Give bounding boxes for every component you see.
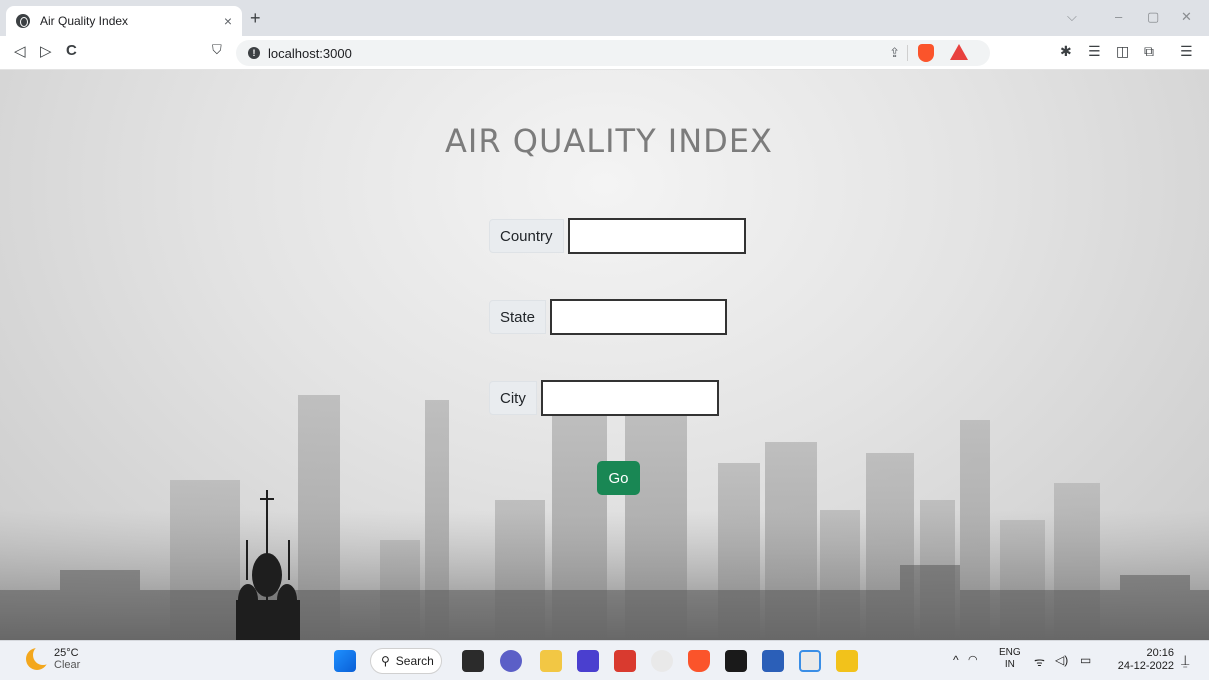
reading-list-icon[interactable]: ☰ [1088,43,1101,60]
wifi-icon[interactable]: ᯤ [1034,653,1045,670]
country-input[interactable] [567,218,746,254]
reload-button[interactable]: C [66,42,77,59]
city-input[interactable] [540,380,719,416]
divider [907,45,908,61]
notification-icon[interactable]: ⍊ [1181,652,1189,669]
page-title: AIR QUALITY INDEX [445,122,773,160]
clock-date: 24-12-2022 [1117,660,1174,672]
state-field: State [489,299,728,335]
share-icon[interactable]: ⇪ [889,45,900,61]
lang-bottom: IN [1004,659,1015,670]
close-tab-icon[interactable]: × [224,13,232,29]
brave-shields-icon[interactable] [918,44,934,62]
snipping-tool-icon[interactable] [799,650,821,672]
app-icon[interactable] [577,650,599,672]
file-explorer-icon[interactable] [540,650,562,672]
country-label: Country [489,219,564,253]
moon-icon [26,645,53,670]
tab-search-icon[interactable]: ⌵ [1067,9,1077,25]
word-icon[interactable] [762,650,784,672]
browser-tab[interactable]: Air Quality Index × [6,6,242,36]
country-field: Country [489,218,746,254]
state-label: State [489,300,547,334]
bookmark-icon[interactable]: ⛉ [212,42,222,58]
minimize-button[interactable]: – [1115,9,1122,24]
language-indicator[interactable]: ENG IN [999,647,1021,671]
back-button[interactable]: ◁ [14,42,26,60]
volume-icon[interactable]: ◁) [1055,653,1068,667]
clock-time: 20:16 [1146,647,1174,659]
brave-rewards-icon[interactable] [950,44,968,60]
tab-title: Air Quality Index [40,14,129,28]
state-input[interactable] [550,299,728,335]
battery-icon[interactable]: ▭ [1080,653,1091,667]
city-label: City [489,381,537,415]
menu-icon[interactable]: ☰ [1180,43,1193,60]
wallet-icon[interactable]: ⧉ [1144,43,1154,60]
search-label: Search [395,654,434,668]
taskbar-search[interactable]: ⚲ Search [370,648,442,674]
search-icon: ⚲ [381,654,390,668]
browser-toolbar: ◁ ▷ C ⛉ ! localhost:3000 ⇪ ✱ ☰ ◫ ⧉ ☰ [0,36,1209,70]
url-text: localhost:3000 [268,45,352,61]
browser-tab-bar: Air Quality Index × + ⌵ – ▢ ✕ [0,0,1209,36]
windows-taskbar: 25°C Clear ⚲ Search ^ ◠ ENG IN ᯤ ◁) ▭ 20… [0,640,1209,680]
sidebar-icon[interactable]: ◫ [1116,43,1129,60]
go-button[interactable]: Go [597,461,640,495]
weather-desc: Clear [54,659,81,671]
tray-chevron-icon[interactable]: ^ [953,653,959,667]
close-window-button[interactable]: ✕ [1181,9,1192,25]
slack-icon[interactable] [651,650,673,672]
clock[interactable]: 20:16 24-12-2022 [1114,647,1174,673]
weather-widget[interactable]: 25°C Clear [26,645,81,671]
restore-button[interactable]: ▢ [1147,9,1159,25]
city-field: City [489,380,719,416]
site-info-icon[interactable]: ! [248,47,260,59]
task-view-icon[interactable] [462,650,484,672]
weather-temp: 25°C [54,647,79,659]
mcafee-icon[interactable] [614,650,636,672]
onedrive-icon[interactable]: ◠ [968,653,978,666]
extensions-icon[interactable]: ✱ [1060,43,1072,60]
new-tab-button[interactable]: + [250,8,261,29]
forward-button[interactable]: ▷ [40,42,52,60]
page-content: AIR QUALITY INDEX Country State City Go [0,70,1209,640]
chat-icon[interactable] [500,650,522,672]
lang-top: ENG [999,647,1021,658]
sticky-notes-icon[interactable] [836,650,858,672]
terminal-icon[interactable] [725,650,747,672]
address-bar[interactable]: ! localhost:3000 ⇪ [236,40,990,66]
globe-icon [16,14,30,28]
windows-start-icon[interactable] [334,650,356,672]
brave-icon[interactable] [688,650,710,672]
